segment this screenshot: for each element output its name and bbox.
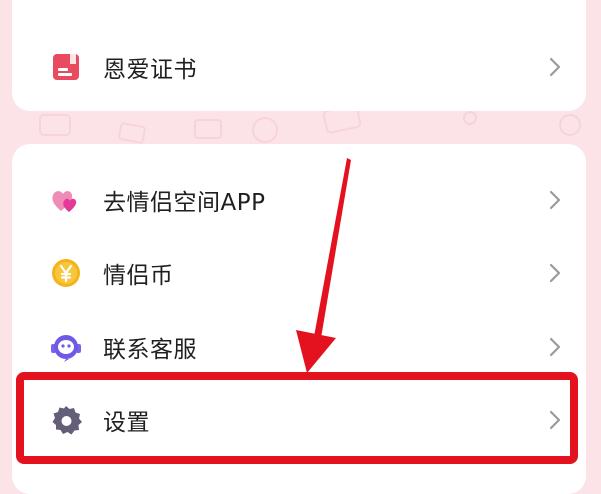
annotation-arrow xyxy=(296,158,351,373)
